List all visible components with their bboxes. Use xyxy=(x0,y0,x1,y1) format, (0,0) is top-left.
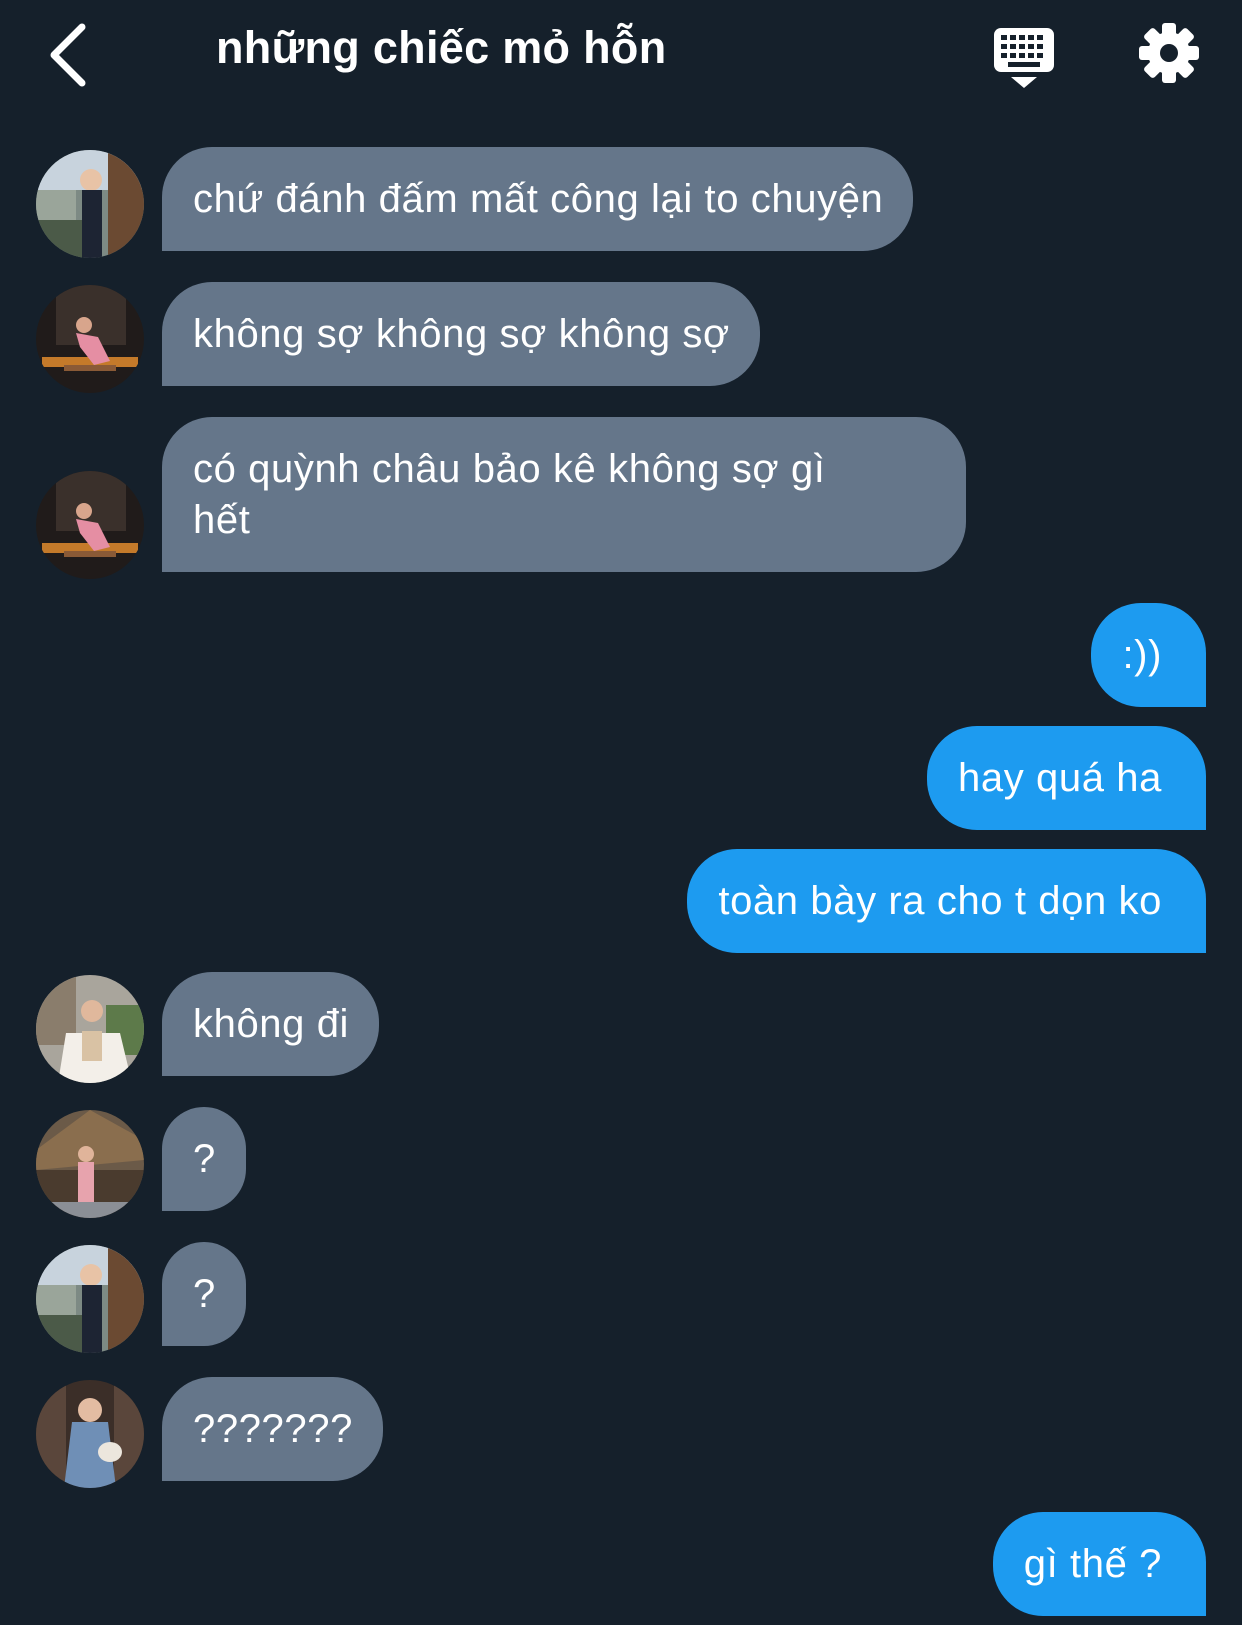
message-bubble-outgoing[interactable]: hay quá ha xyxy=(927,726,1206,830)
message-bubble-incoming[interactable]: không sợ không sợ không sợ xyxy=(162,282,760,386)
message-bubble-incoming[interactable]: ? xyxy=(162,1107,246,1211)
message-bubble-incoming[interactable]: chứ đánh đấm mất công lại to chuyện xyxy=(162,147,914,251)
message-bubble-incoming[interactable]: không đi xyxy=(162,972,380,1076)
avatar[interactable] xyxy=(36,975,144,1083)
message-bubble-incoming[interactable]: có quỳnh châu bảo kê không sợ gì hết xyxy=(162,417,966,572)
message-bubble-outgoing[interactable]: :)) xyxy=(1091,603,1206,707)
message-bubble-outgoing[interactable]: gì thế ? xyxy=(992,1512,1206,1616)
avatar[interactable] xyxy=(36,471,144,579)
message-bubble-outgoing[interactable]: toàn bày ra cho t dọn ko xyxy=(687,849,1206,953)
avatar[interactable] xyxy=(36,285,144,393)
avatar[interactable] xyxy=(36,1380,144,1488)
message-bubble-incoming[interactable]: ? xyxy=(162,1242,246,1346)
avatar[interactable] xyxy=(36,1110,144,1218)
avatar[interactable] xyxy=(36,1245,144,1353)
message-list: chứ đánh đấm mất công lại to chuyện khôn… xyxy=(0,0,1242,1625)
message-bubble-incoming[interactable]: ??????? xyxy=(162,1377,383,1481)
avatar[interactable] xyxy=(36,150,144,258)
